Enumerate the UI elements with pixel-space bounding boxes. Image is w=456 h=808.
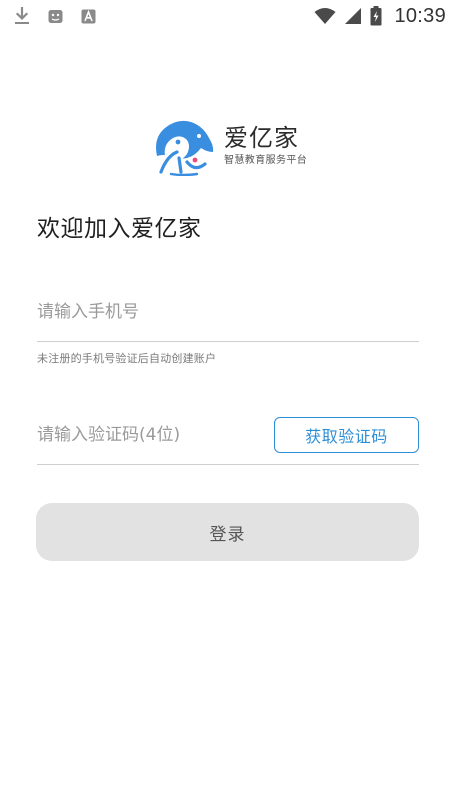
code-divider (37, 464, 419, 465)
logo-subtitle: 智慧教育服务平台 (224, 155, 308, 166)
status-bar: 10:39 (0, 0, 456, 32)
phone-divider (37, 341, 419, 342)
notification-app-icon (48, 9, 63, 24)
logo-title: 爱亿家 (224, 124, 299, 152)
download-icon (14, 7, 30, 25)
wifi-icon (314, 7, 336, 25)
status-time: 10:39 (394, 4, 446, 27)
logo-mascot-icon (151, 118, 217, 177)
signal-icon (344, 7, 362, 25)
login-screen: 10:39 爱亿家 智慧教育服务平台 欢迎加入爱亿家 请输入手机号 未注册的手机… (0, 0, 456, 808)
get-verification-code-button[interactable]: 获取验证码 (274, 417, 419, 453)
accessibility-a-icon (81, 9, 96, 24)
verification-code-input[interactable] (37, 415, 262, 455)
status-left-icons (14, 7, 96, 25)
battery-charging-icon (370, 6, 382, 26)
login-button[interactable]: 登录 (36, 503, 419, 561)
app-logo: 爱亿家 智慧教育服务平台 (151, 118, 314, 177)
page-title: 欢迎加入爱亿家 (37, 216, 202, 242)
phone-hint-text: 未注册的手机号验证后自动创建账户 (37, 352, 217, 365)
phone-number-input[interactable] (37, 292, 419, 332)
status-right-icons: 10:39 (314, 5, 446, 28)
logo-text: 爱亿家 智慧教育服务平台 (224, 124, 314, 168)
